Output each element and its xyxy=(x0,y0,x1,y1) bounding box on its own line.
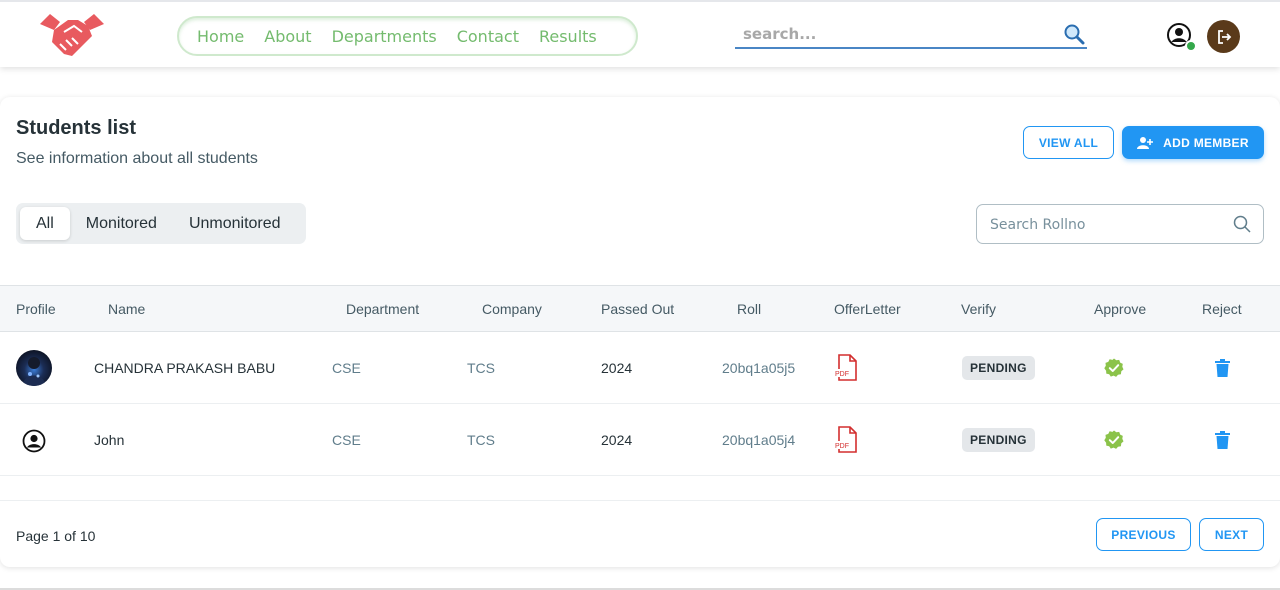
column-header-department: Department xyxy=(346,301,420,317)
column-header-reject: Reject xyxy=(1202,301,1242,317)
add-member-label: ADD MEMBER xyxy=(1163,135,1249,150)
student-avatar[interactable] xyxy=(16,350,52,386)
online-status-dot xyxy=(1185,40,1197,52)
nav-home-link[interactable]: Home xyxy=(197,27,244,46)
add-user-icon xyxy=(1137,136,1154,149)
column-header-roll: Roll xyxy=(737,301,762,317)
approve-check-icon[interactable] xyxy=(1104,430,1124,450)
add-member-button[interactable]: ADD MEMBER xyxy=(1122,126,1264,159)
student-name: John xyxy=(94,432,125,448)
delete-trash-icon[interactable] xyxy=(1215,359,1230,377)
pagination-footer: Page 1 of 10 PREVIOUS NEXT xyxy=(0,500,1280,567)
column-header-name: Name xyxy=(108,301,146,317)
student-department: CSE xyxy=(332,432,361,448)
column-header-company: Company xyxy=(482,301,542,317)
student-company: TCS xyxy=(467,432,495,448)
column-header-offerletter: OfferLetter xyxy=(834,301,901,317)
student-passed-out: 2024 xyxy=(601,360,633,376)
nav-departments-link[interactable]: Departments xyxy=(332,27,437,46)
pdf-label: PDF xyxy=(835,443,849,450)
column-header-approve: Approve xyxy=(1094,301,1147,317)
tab-monitored[interactable]: Monitored xyxy=(70,207,173,240)
default-avatar-icon[interactable] xyxy=(22,429,46,453)
page-info: Page 1 of 10 xyxy=(16,528,96,544)
next-page-button[interactable]: NEXT xyxy=(1199,518,1264,551)
main-nav: Home About Departments Contact Results xyxy=(177,16,638,56)
table-row: John CSE TCS 2024 20bq1a05j4 PDF PENDING xyxy=(0,404,1280,476)
status-badge: PENDING xyxy=(962,428,1035,452)
student-name: CHANDRA PRAKASH BABU xyxy=(94,360,276,376)
tab-all[interactable]: All xyxy=(20,207,70,240)
view-all-button[interactable]: VIEW ALL xyxy=(1023,126,1114,159)
nav-results-link[interactable]: Results xyxy=(539,27,597,46)
student-passed-out: 2024 xyxy=(601,432,633,448)
rollno-search-box xyxy=(976,204,1264,244)
previous-page-button[interactable]: PREVIOUS xyxy=(1096,518,1191,551)
status-badge: PENDING xyxy=(962,356,1035,380)
page-subtitle: See information about all students xyxy=(16,150,258,167)
top-navbar: Home About Departments Contact Results xyxy=(0,0,1280,67)
table-header: Profile Name Department Company Passed O… xyxy=(0,285,1280,332)
nav-about-link[interactable]: About xyxy=(264,27,311,46)
header-search-bar xyxy=(735,22,1087,49)
page-title: Students list xyxy=(16,117,137,139)
pdf-offer-letter-icon[interactable]: PDF xyxy=(834,354,858,382)
handshake-logo-icon[interactable] xyxy=(38,10,106,62)
delete-trash-icon[interactable] xyxy=(1215,431,1230,449)
column-header-profile: Profile xyxy=(16,301,56,317)
rollno-search-input[interactable] xyxy=(990,215,1230,235)
approve-check-icon[interactable] xyxy=(1104,358,1124,378)
student-department: CSE xyxy=(332,360,361,376)
logout-button[interactable] xyxy=(1207,20,1240,53)
table-row: CHANDRA PRAKASH BABU CSE TCS 2024 20bq1a… xyxy=(0,332,1280,404)
column-header-passed-out: Passed Out xyxy=(601,301,675,317)
header-search-input[interactable] xyxy=(735,22,1045,46)
tab-unmonitored[interactable]: Unmonitored xyxy=(173,207,297,240)
student-roll: 20bq1a05j5 xyxy=(722,360,796,376)
search-icon[interactable] xyxy=(1063,23,1085,45)
filter-tabs: All Monitored Unmonitored xyxy=(16,203,306,244)
nav-contact-link[interactable]: Contact xyxy=(457,27,519,46)
student-company: TCS xyxy=(467,360,495,376)
column-header-verify: Verify xyxy=(961,301,997,317)
pdf-offer-letter-icon[interactable]: PDF xyxy=(834,426,858,454)
pdf-label: PDF xyxy=(835,371,849,378)
search-icon[interactable] xyxy=(1233,215,1251,233)
logout-icon xyxy=(1217,29,1231,44)
student-roll: 20bq1a05j4 xyxy=(722,432,796,448)
students-card: Students list See information about all … xyxy=(0,97,1280,567)
